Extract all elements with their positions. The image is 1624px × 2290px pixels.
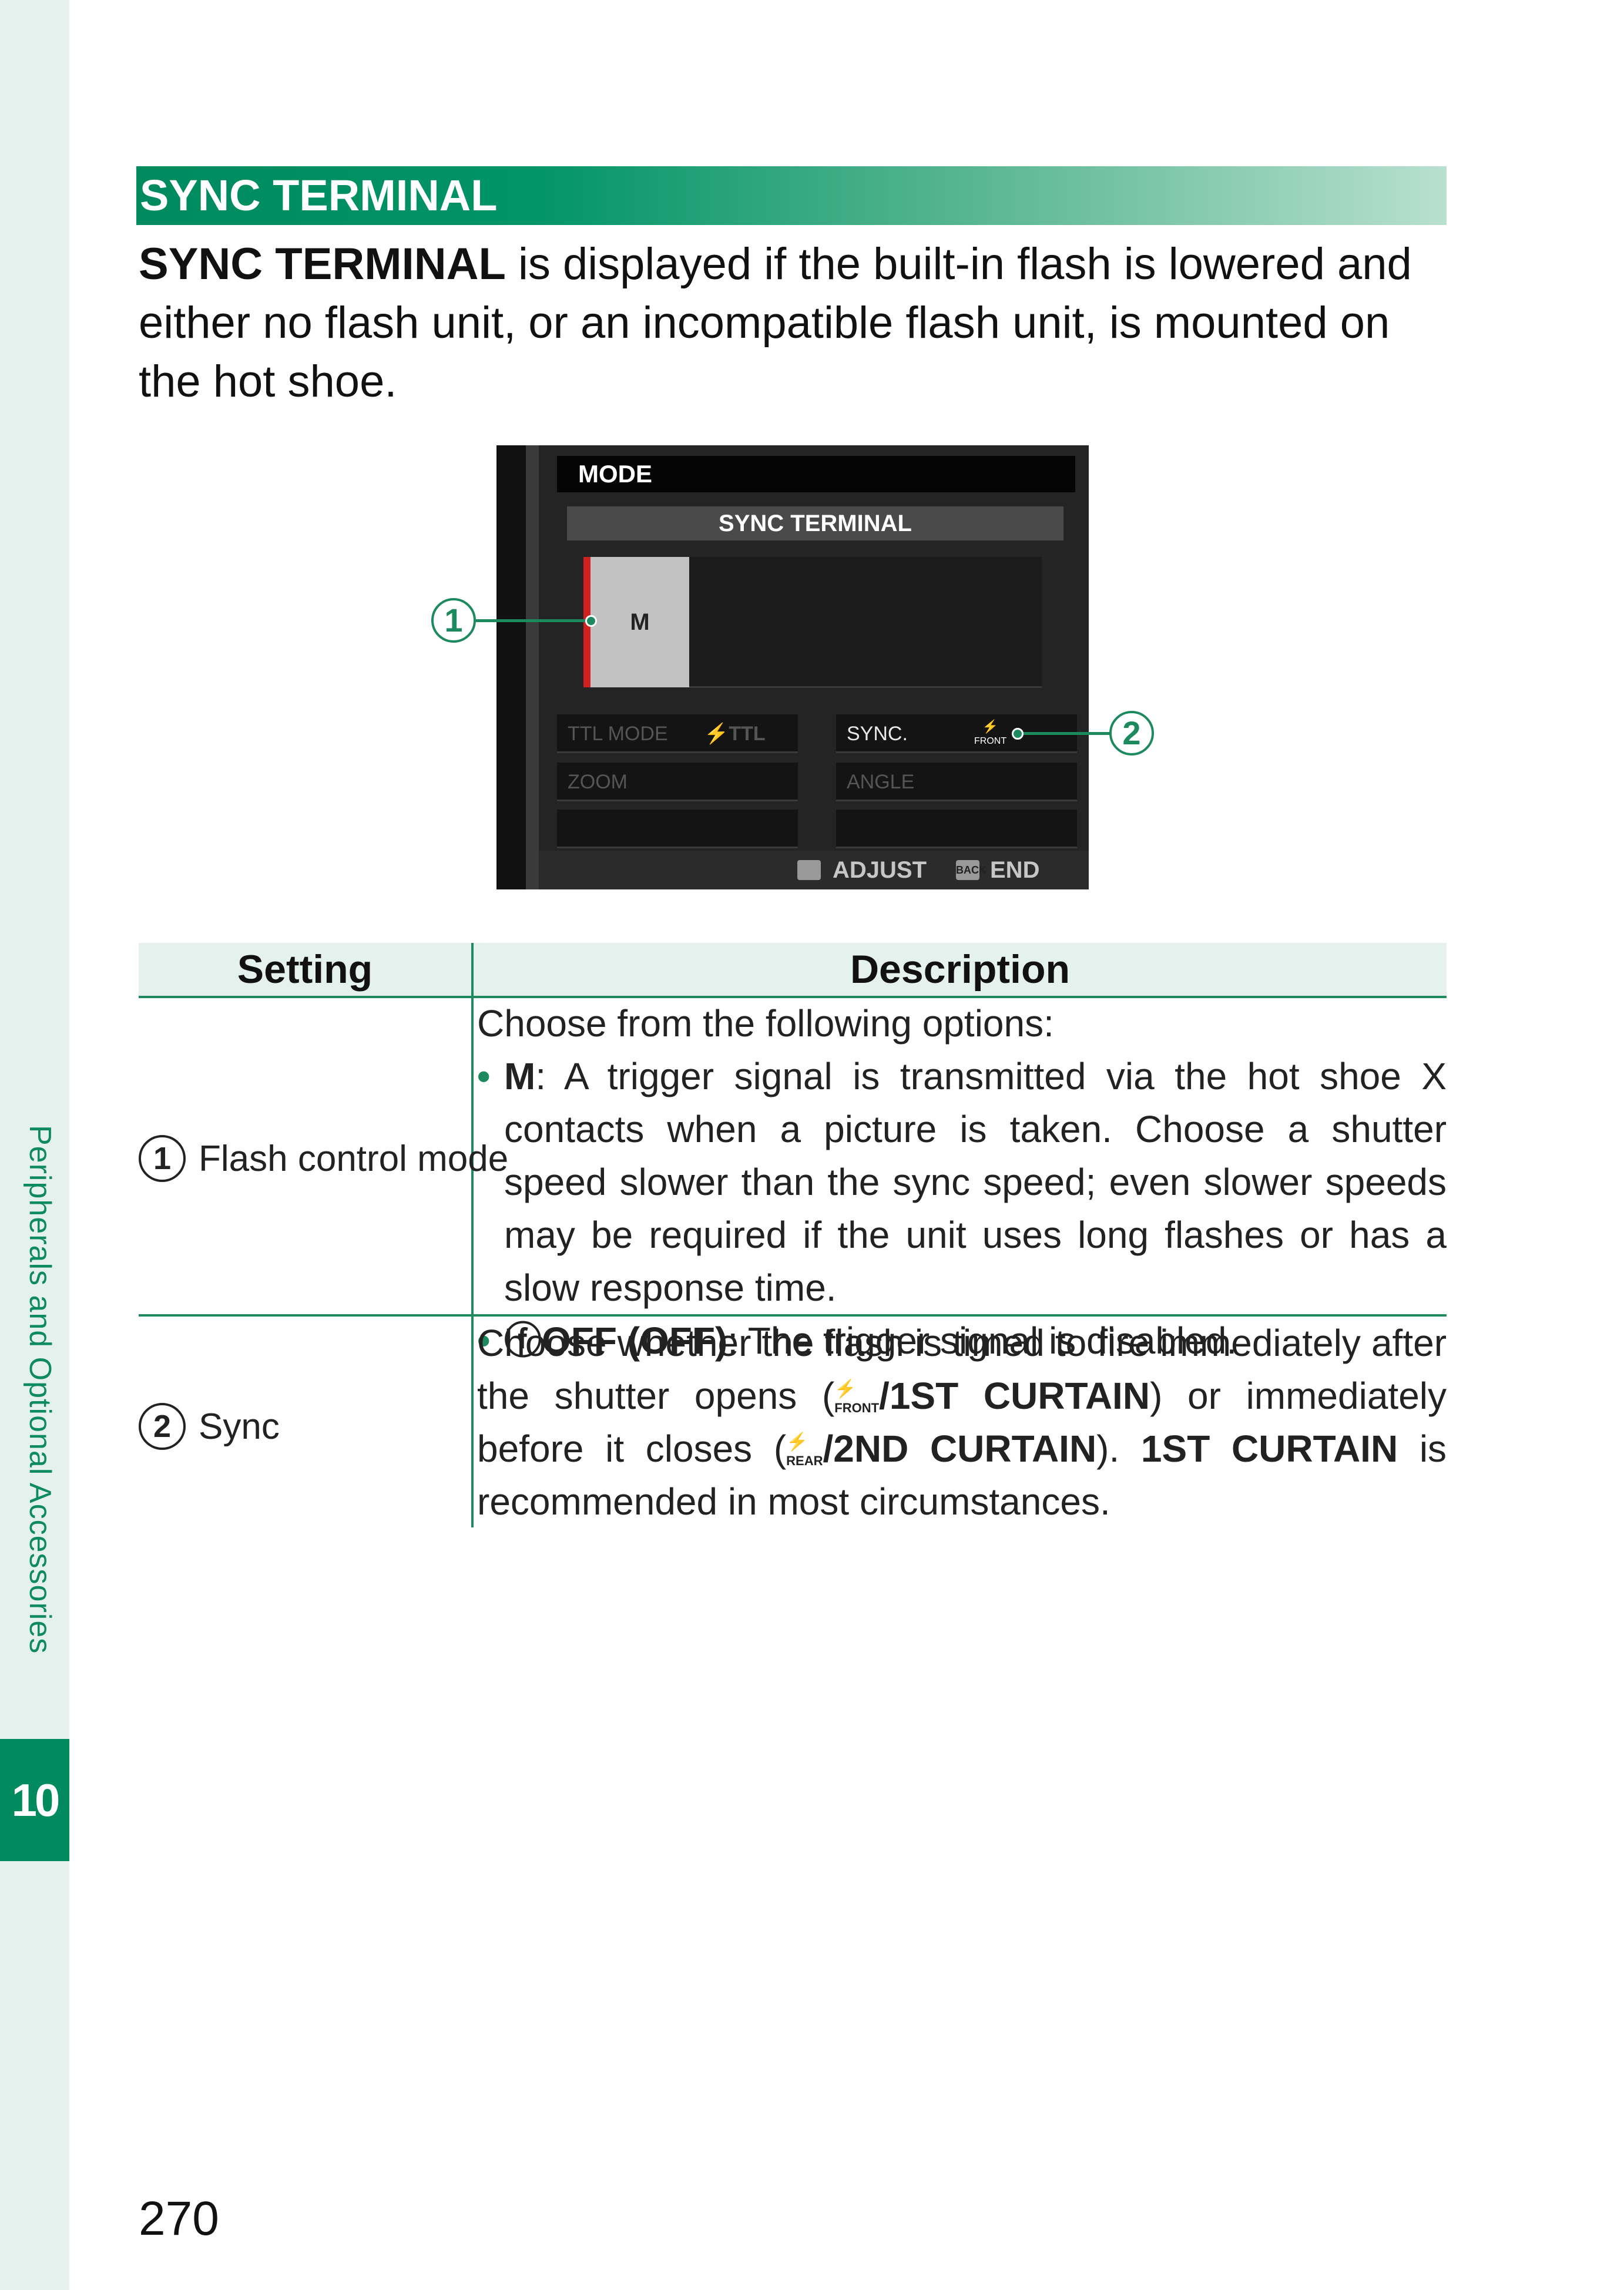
rear-curtain-flash-icon: ⚡ REAR	[786, 1432, 823, 1469]
zoom-cell[interactable]: ZOOM	[557, 763, 798, 801]
screen-footer: ADJUST BACK END	[539, 851, 1089, 889]
divider	[689, 686, 1042, 688]
callout-2-dot	[1012, 728, 1024, 740]
option-m: M	[504, 1055, 536, 1097]
angle-label: ANGLE	[847, 771, 915, 793]
front-curtain-flash-icon: ⚡ FRONT	[974, 719, 1007, 747]
ttl-mode-value: ⚡TTL	[704, 723, 766, 745]
adjust-label: ADJUST	[833, 857, 927, 883]
table-row-description-flash-control: Choose from the following options: M: A …	[477, 997, 1447, 1367]
angle-cell[interactable]: ANGLE	[836, 763, 1077, 801]
chapter-number-tab: 10	[0, 1739, 69, 1861]
back-button-icon: BACK	[956, 860, 987, 880]
sync-terminal-title: SYNC TERMINAL	[567, 506, 1063, 540]
intro-paragraph: SYNC TERMINAL is displayed if the built-…	[139, 235, 1449, 411]
screen-edge-inner	[526, 445, 539, 889]
end-label: END	[990, 857, 1040, 883]
empty-cell	[557, 810, 798, 848]
callout-2: 2	[1109, 711, 1154, 756]
front-curtain-flash-icon: ⚡ FRONT	[834, 1379, 880, 1416]
intro-lead-term: SYNC TERMINAL	[139, 239, 506, 289]
header-description: Description	[850, 947, 1071, 992]
callout-2-leader	[1018, 732, 1110, 735]
empty-cell	[836, 810, 1077, 848]
mode-menu-bar: MODE	[557, 456, 1075, 492]
adjust-dial-icon	[797, 860, 821, 880]
table-row-description-sync: Choose whether the flash is timed to fir…	[477, 1322, 1447, 1523]
ttl-mode-cell[interactable]: TTL MODE ⚡TTL	[557, 714, 798, 753]
section-label: Peripherals and Optional Accessories	[23, 1125, 57, 1654]
sync-label: SYNC.	[847, 723, 908, 745]
callout-1: 1	[431, 598, 476, 643]
mode-card-m[interactable]: M	[583, 557, 689, 687]
header-setting: Setting	[237, 947, 373, 992]
row-number-circle: 1	[139, 1135, 186, 1182]
setting-label: Sync	[199, 1406, 280, 1447]
callout-1-dot	[585, 615, 597, 627]
callout-1-leader	[476, 619, 593, 622]
screen-edge	[496, 445, 526, 889]
table-row-setting-flash-control: 1 Flash control mode	[139, 1126, 508, 1191]
description-intro: Choose from the following options:	[477, 1002, 1054, 1045]
setting-label: Flash control mode	[199, 1138, 509, 1179]
ttl-mode-label: TTL MODE	[568, 723, 668, 745]
section-heading: SYNC TERMINAL	[136, 166, 1447, 225]
page-number: 270	[139, 2192, 219, 2245]
zoom-label: ZOOM	[568, 771, 628, 793]
list-item: M: A trigger signal is transmitted via t…	[477, 1050, 1447, 1314]
camera-screen-illustration: MODE SYNC TERMINAL M TTL MODE ⚡TTL SYNC.…	[496, 445, 1089, 889]
mode-card-label: M	[630, 609, 650, 635]
column-divider	[471, 943, 474, 1527]
row-number-circle: 2	[139, 1403, 186, 1450]
table-row-setting-sync: 2 Sync	[139, 1394, 280, 1459]
